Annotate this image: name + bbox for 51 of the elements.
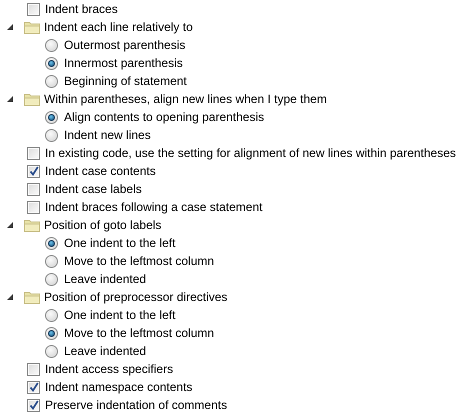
option-label: Indent case contents (45, 163, 156, 180)
option-label: Indent braces (45, 1, 118, 18)
option-label: Leave indented (64, 271, 146, 288)
radio-button[interactable] (45, 128, 58, 142)
option-label: Align contents to opening parenthesis (64, 109, 264, 126)
option-label: Indent new lines (64, 127, 151, 144)
checkbox[interactable] (27, 200, 40, 214)
option-label: Indent braces following a case statement (45, 199, 262, 216)
option-label: Preserve indentation of comments (45, 397, 228, 414)
radio-button[interactable] (45, 344, 58, 358)
radio-button[interactable] (45, 38, 58, 52)
collapse-arrow-icon[interactable] (6, 23, 14, 31)
checkbox[interactable] (27, 2, 40, 16)
option-label: Indent each line relatively to (44, 19, 193, 36)
collapse-arrow-icon[interactable] (6, 293, 14, 301)
option-label: Position of goto labels (44, 217, 162, 234)
option-label: One indent to the left (64, 307, 176, 324)
option-label: Beginning of statement (64, 73, 187, 90)
check-icon (28, 166, 38, 176)
option-label: Move to the leftmost column (64, 253, 214, 270)
radio-button[interactable] (45, 56, 58, 70)
checkbox[interactable] (27, 398, 40, 412)
folder-icon (24, 218, 40, 232)
checkbox[interactable] (27, 362, 40, 376)
folder-icon (24, 92, 40, 106)
option-label: In existing code, use the setting for alignment of new lines within parentheses (45, 145, 456, 162)
option-label: Indent case labels (45, 181, 142, 198)
checkbox[interactable] (27, 380, 40, 394)
radio-button[interactable] (45, 74, 58, 88)
option-label: Leave indented (64, 343, 146, 360)
checkbox[interactable] (27, 164, 40, 178)
folder-icon (24, 20, 40, 34)
option-label: Move to the leftmost column (64, 325, 214, 342)
radio-button[interactable] (45, 272, 58, 286)
option-label: Outermost parenthesis (64, 37, 186, 54)
folder-icon (24, 290, 40, 304)
option-label: Innermost parenthesis (64, 55, 183, 72)
option-label: One indent to the left (64, 235, 176, 252)
option-label: Within parentheses, align new lines when I type them (44, 91, 327, 108)
checkbox[interactable] (27, 146, 40, 160)
collapse-arrow-icon[interactable] (6, 221, 14, 229)
radio-button[interactable] (45, 254, 58, 268)
checkbox[interactable] (27, 182, 40, 196)
radio-button[interactable] (45, 236, 58, 250)
collapse-arrow-icon[interactable] (6, 95, 14, 103)
option-label: Position of preprocessor directives (44, 289, 228, 306)
radio-button[interactable] (45, 326, 58, 340)
option-label: Indent namespace contents (45, 379, 192, 396)
radio-button[interactable] (45, 308, 58, 322)
option-label: Indent access specifiers (45, 361, 174, 378)
radio-button[interactable] (45, 110, 58, 124)
